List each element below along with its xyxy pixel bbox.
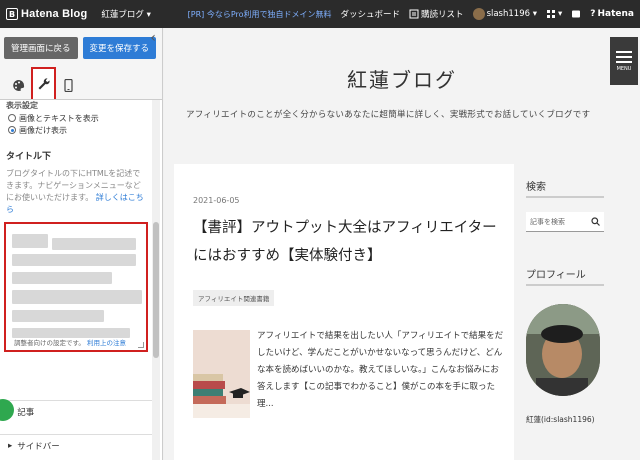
username-label: slash1196 ▾	[486, 9, 537, 19]
post-thumbnail[interactable]	[193, 330, 250, 418]
reading-list-link[interactable]: 購読リスト	[409, 8, 464, 20]
hatena-logo-icon: B	[6, 8, 18, 20]
section-description: ブログタイトルの下にHTMLを記述できます。ナビゲーションメニューなどにお使いい…	[0, 168, 152, 216]
reading-list-icon	[409, 9, 419, 19]
back-to-admin-button[interactable]: 管理画面に戻る	[4, 36, 78, 59]
blurred-code	[12, 254, 136, 266]
tab-customize[interactable]	[31, 67, 56, 99]
editor-tabs	[0, 67, 162, 100]
resize-handle[interactable]	[138, 342, 144, 348]
article-card: 2021-06-05 【書評】アウトプット大全はアフィリエイターにはおすすめ【実…	[174, 164, 514, 460]
dashboard-link[interactable]: ダッシュボード	[341, 8, 401, 20]
notification-icon	[572, 10, 581, 18]
post-date: 2021-06-05	[193, 196, 240, 205]
note-text: 調整者向けの設定です。	[14, 339, 85, 347]
profile-photo[interactable]	[526, 304, 600, 396]
title-below-html-textarea[interactable]: 調整者向けの設定です。 利用上の注意	[4, 222, 148, 352]
smartphone-icon	[64, 78, 73, 92]
search-heading: 検索	[526, 178, 604, 198]
blurred-code	[12, 234, 48, 248]
title-below-heading: タイトル下	[6, 152, 52, 162]
editor-settings-scroll[interactable]: 表示設定 画像とテキストを表示 画像だけ表示 タイトル下 ブログタイトルの下にH…	[0, 100, 152, 460]
hamburger-icon	[616, 60, 632, 63]
design-editor-panel: 管理画面に戻る 変更を保存する ‹ 表示設定 画像とテキストを表示 画像だけ表示…	[0, 28, 163, 460]
radio-image-only[interactable]: 画像だけ表示	[0, 124, 152, 136]
notifications-button[interactable]	[571, 9, 581, 19]
radio-button[interactable]	[8, 114, 16, 122]
panel-scrollbar[interactable]	[152, 100, 160, 460]
accordion-article[interactable]: ▸ 記事	[0, 400, 152, 422]
hatena-topbar: B Hatena Blog 紅蓮ブログ ▾ [PR] 今ならPro利用で独自ドメ…	[0, 0, 640, 28]
reading-list-label: 購読リスト	[421, 10, 464, 20]
hatena-logo-icon: ?	[590, 9, 596, 19]
collapse-panel-button[interactable]: ‹	[145, 28, 161, 48]
scrollbar-thumb[interactable]	[153, 222, 159, 358]
radio-label: 画像だけ表示	[19, 125, 67, 135]
display-setting-heading: 表示設定	[6, 101, 38, 110]
radio-image-and-text[interactable]: 画像とテキストを表示	[0, 112, 152, 124]
profile-heading: プロフィール	[526, 266, 604, 286]
dashboard-label: ダッシュボード	[340, 10, 401, 20]
accordion-label: サイドバー	[17, 441, 60, 452]
tab-smartphone[interactable]	[56, 71, 81, 99]
tab-design[interactable]	[6, 71, 31, 99]
hamburger-icon	[616, 55, 632, 58]
blog-sidebar: 検索 記事を検索 プロフィール 紅蓮(id:slash1196)	[526, 178, 616, 425]
accordion-sidebar[interactable]: ▸ サイドバー	[0, 434, 152, 456]
user-menu[interactable]: slash1196 ▾	[472, 8, 537, 20]
blurred-code	[12, 310, 104, 322]
hatena-blog-logo[interactable]: B Hatena Blog	[0, 8, 87, 20]
grid-icon	[546, 10, 555, 18]
blurred-code	[12, 272, 112, 284]
usage-notes-link[interactable]: 利用上の注意	[87, 339, 126, 347]
chevron-down-icon: ▾	[557, 9, 563, 19]
blurred-code	[52, 238, 136, 250]
post-title[interactable]: 【書評】アウトプット大全はアフィリエイターにはおすすめ【実体験付き】	[193, 214, 503, 270]
brand-name: Hatena Blog	[21, 8, 88, 20]
profile-name[interactable]: 紅蓮(id:slash1196)	[526, 414, 616, 425]
search-input[interactable]: 記事を検索	[526, 212, 604, 232]
promo-link[interactable]: [PR] 今ならPro利用で独自ドメイン無料	[188, 9, 332, 20]
hamburger-icon	[616, 50, 632, 53]
blog-title[interactable]: 紅蓮ブログ	[164, 64, 640, 93]
books-illustration	[193, 374, 250, 418]
radio-button[interactable]	[8, 126, 16, 134]
hatena-link[interactable]: ? Hatena	[590, 9, 634, 19]
palette-icon	[13, 79, 25, 91]
search-icon[interactable]	[591, 217, 600, 226]
chevron-right-icon: ▸	[8, 440, 13, 451]
blurred-code	[12, 290, 142, 304]
wrench-icon	[38, 78, 50, 90]
search-placeholder: 記事を検索	[530, 217, 565, 226]
apps-menu[interactable]: ▾	[546, 9, 562, 19]
radio-label: 画像とテキストを表示	[19, 113, 99, 123]
accordion-label: 記事	[17, 407, 35, 418]
editor-header: 管理画面に戻る 変更を保存する	[0, 28, 162, 67]
blog-selector[interactable]: 紅蓮ブログ ▾	[101, 8, 150, 20]
hatena-label: Hatena	[597, 9, 635, 19]
blog-description: アフィリエイトのことが全く分からないあなたに超簡単に詳しく、実戦形式でお話してい…	[186, 110, 591, 120]
profile-avatar	[526, 304, 600, 396]
avatar	[472, 8, 485, 20]
category-tag[interactable]: アフィリエイト関連書籍	[193, 290, 275, 306]
post-excerpt: アフィリエイトで結果を出したい人「アフィリエイトで結果をだしたいけど、学んだこと…	[257, 331, 504, 409]
blog-preview: MENU 紅蓮ブログ アフィリエイトのことが全く分からないあなたに超簡単に詳しく…	[164, 28, 640, 460]
textarea-note: 調整者向けの設定です。 利用上の注意	[14, 337, 126, 347]
